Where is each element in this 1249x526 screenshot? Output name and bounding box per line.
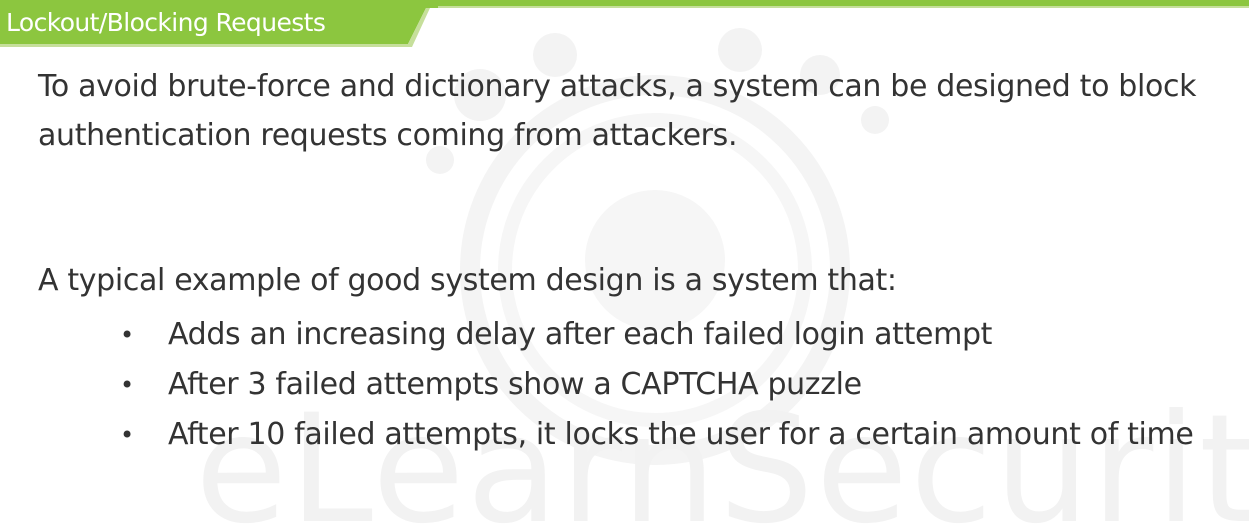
- intro-paragraph: To avoid brute-force and dictionary atta…: [38, 69, 1197, 153]
- lead-paragraph: A typical example of good system design …: [38, 263, 897, 298]
- list-item: • After 3 failed attempts show a CAPTCHA…: [38, 365, 1238, 405]
- bullet-icon: •: [120, 321, 134, 349]
- bullet-text: After 10 failed attempts, it locks the u…: [168, 417, 1194, 452]
- title-tab: Lockout/Blocking Requests: [0, 0, 438, 47]
- list-item: • After 10 failed attempts, it locks the…: [38, 415, 1238, 455]
- bullet-text: After 3 failed attempts show a CAPTCHA p…: [168, 367, 862, 402]
- slide-content: To avoid brute-force and dictionary atta…: [38, 62, 1238, 455]
- bullet-icon: •: [120, 371, 134, 399]
- slide-title: Lockout/Blocking Requests: [6, 8, 326, 37]
- list-item: • Adds an increasing delay after each fa…: [38, 315, 1238, 355]
- bullet-list: • Adds an increasing delay after each fa…: [38, 315, 1238, 455]
- slide: eLearnSecurity Lockout/Blocking Requests…: [0, 0, 1249, 526]
- bullet-text: Adds an increasing delay after each fail…: [168, 317, 993, 352]
- bullet-icon: •: [120, 421, 134, 449]
